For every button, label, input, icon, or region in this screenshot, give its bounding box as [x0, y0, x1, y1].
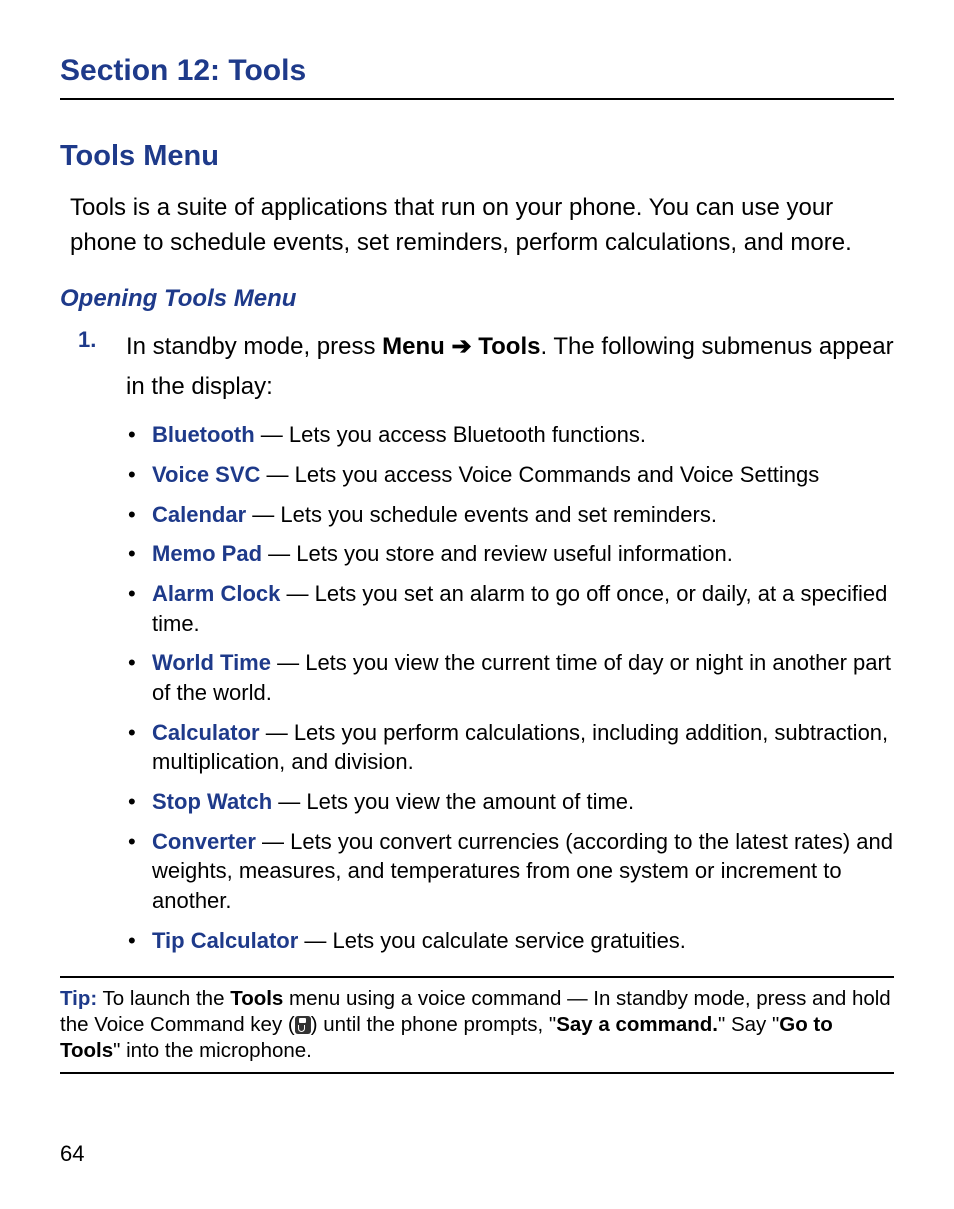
step-pre: In standby mode, press — [126, 333, 382, 360]
bullet-icon: • — [128, 420, 152, 450]
heading-opening-tools-menu: Opening Tools Menu — [60, 285, 894, 313]
step-text: In standby mode, press Menu ➔ Tools. The… — [126, 327, 894, 409]
submenu-list: • Bluetooth — Lets you access Bluetooth … — [128, 420, 894, 955]
item-term: Tip Calculator — [152, 928, 298, 953]
tip-text: ) until the phone prompts, " — [311, 1013, 556, 1036]
list-item: • Stop Watch — Lets you view the amount … — [128, 787, 894, 817]
item-term: Calendar — [152, 502, 246, 527]
bullet-icon: • — [128, 539, 152, 569]
tip-text: To launch the — [97, 987, 230, 1010]
heading-tools-menu: Tools Menu — [60, 140, 894, 173]
item-desc: — Lets you access Bluetooth functions. — [255, 422, 646, 447]
tip-text: " Say " — [718, 1013, 779, 1036]
list-item: • Voice SVC — Lets you access Voice Comm… — [128, 460, 894, 490]
step-menu-label: Menu — [382, 333, 445, 360]
item-term: Calculator — [152, 720, 260, 745]
bullet-icon: • — [128, 579, 152, 638]
tip-block: Tip: To launch the Tools menu using a vo… — [60, 976, 894, 1075]
list-item: • Memo Pad — Lets you store and review u… — [128, 539, 894, 569]
tip-bold: Tools — [230, 987, 283, 1010]
tip-bold: Say a command. — [556, 1013, 718, 1036]
page-number: 64 — [60, 1141, 84, 1167]
bullet-icon: • — [128, 648, 152, 707]
item-desc: — Lets you perform calculations, includi… — [152, 720, 888, 775]
item-term: Memo Pad — [152, 541, 262, 566]
item-term: Voice SVC — [152, 462, 260, 487]
list-item: • Calendar — Lets you schedule events an… — [128, 500, 894, 530]
item-term: Stop Watch — [152, 789, 272, 814]
list-item: • Tip Calculator — Lets you calculate se… — [128, 926, 894, 956]
item-term: Alarm Clock — [152, 581, 280, 606]
arrow-icon: ➔ — [445, 333, 478, 360]
bullet-icon: • — [128, 787, 152, 817]
list-item: • Calculator — Lets you perform calculat… — [128, 718, 894, 777]
bullet-icon: • — [128, 718, 152, 777]
bullet-icon: • — [128, 827, 152, 916]
voice-command-key-icon — [295, 1016, 311, 1034]
item-desc: — Lets you schedule events and set remin… — [246, 502, 717, 527]
item-term: World Time — [152, 650, 271, 675]
item-desc: — Lets you convert currencies (according… — [152, 829, 893, 913]
item-term: Converter — [152, 829, 256, 854]
bullet-icon: • — [128, 926, 152, 956]
item-desc: — Lets you view the amount of time. — [272, 789, 634, 814]
step-number: 1. — [78, 327, 126, 409]
step-1: 1. In standby mode, press Menu ➔ Tools. … — [78, 327, 894, 409]
section-title: Section 12: Tools — [60, 54, 894, 100]
step-tools-label: Tools — [478, 333, 540, 360]
item-desc: — Lets you access Voice Commands and Voi… — [260, 462, 819, 487]
item-term: Bluetooth — [152, 422, 255, 447]
item-desc: — Lets you calculate service gratuities. — [298, 928, 686, 953]
list-item: • Converter — Lets you convert currencie… — [128, 827, 894, 916]
list-item: • World Time — Lets you view the current… — [128, 648, 894, 707]
list-item: • Alarm Clock — Lets you set an alarm to… — [128, 579, 894, 638]
item-desc: — Lets you store and review useful infor… — [262, 541, 733, 566]
list-item: • Bluetooth — Lets you access Bluetooth … — [128, 420, 894, 450]
tip-text: " into the microphone. — [113, 1039, 312, 1062]
intro-paragraph: Tools is a suite of applications that ru… — [70, 191, 894, 261]
bullet-icon: • — [128, 460, 152, 490]
bullet-icon: • — [128, 500, 152, 530]
tip-label: Tip: — [60, 987, 97, 1010]
